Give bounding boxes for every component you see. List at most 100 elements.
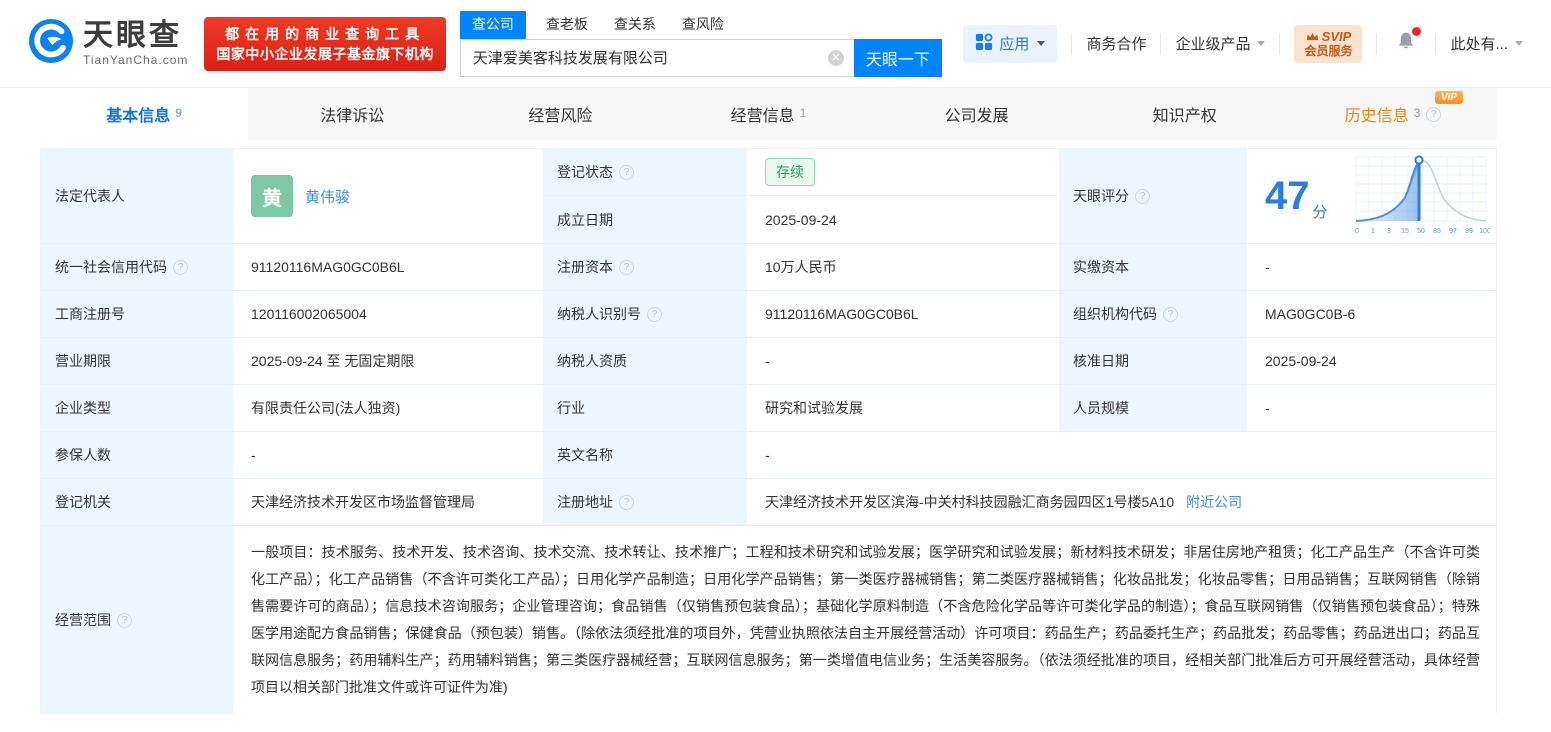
search-button[interactable]: 天眼一下 [854, 39, 942, 77]
legal-rep-label: 法定代表人 [41, 149, 233, 243]
reg-authority-label: 登记机关 [41, 479, 233, 525]
tab-label: 基本信息 [106, 102, 170, 126]
business-term-value: 2025-09-24 至 无固定期限 [235, 338, 541, 384]
tianyancha-logo[interactable]: 天眼查 TianYanCha.com [28, 18, 188, 69]
chevron-down-icon [1037, 41, 1045, 46]
stacked-values: 存续 2025-09-24 [749, 149, 1057, 243]
divider [1376, 34, 1377, 54]
chevron-down-icon [1515, 41, 1523, 46]
svg-text:15: 15 [1401, 228, 1409, 235]
status-badge: 存续 [765, 158, 815, 186]
tab-legal-litigation[interactable]: 法律诉讼 [248, 88, 456, 140]
reg-authority-value: 天津经济技术开发区市场监督管理局 [235, 479, 541, 525]
tab-count: 3 [1414, 106, 1421, 120]
reg-status-value: 存续 [749, 149, 1057, 196]
uscc-label: 统一社会信用代码? [41, 244, 233, 290]
help-icon[interactable]: ? [173, 260, 188, 275]
chevron-down-icon [1257, 41, 1265, 46]
business-scope-label: 经营范围? [41, 526, 233, 714]
svg-text:97: 97 [1449, 228, 1457, 235]
reg-number-label: 工商注册号 [41, 291, 233, 337]
reg-capital-value: 10万人民币 [749, 244, 1057, 290]
divider [1279, 34, 1280, 54]
slogan-banner: 都在用的商业查询工具 国家中小企业发展子基金旗下机构 [204, 17, 446, 71]
tab-label: 法律诉讼 [320, 102, 384, 126]
legal-rep-value: 黄 黄伟骏 [235, 149, 541, 243]
search-tab-relation[interactable]: 查关系 [614, 11, 656, 39]
help-icon[interactable]: ? [1163, 307, 1178, 322]
legal-rep-link[interactable]: 黄伟骏 [305, 186, 350, 207]
english-name-value: - [749, 432, 1496, 478]
brand-name: 天眼查 [83, 21, 188, 51]
tab-operation-risk[interactable]: 经营风险 [456, 88, 664, 140]
table-row: 企业类型 有限责任公司(法人独资) 行业 研究和试验发展 人员规模 - [41, 385, 1496, 432]
company-info-table: 法定代表人 黄 黄伟骏 登记状态? 成立日期 存续 2025-09-24 天眼评… [40, 148, 1497, 714]
notification-bell-icon[interactable] [1395, 30, 1417, 57]
business-term-label: 营业期限 [41, 338, 233, 384]
help-icon[interactable]: ? [117, 613, 132, 628]
table-row: 参保人数 - 英文名称 - [41, 432, 1496, 479]
paid-capital-value: - [1249, 244, 1496, 290]
avatar[interactable]: 黄 [251, 175, 293, 217]
uscc-value: 91120116MAG0GC0B6L [235, 244, 541, 290]
search-tab-boss[interactable]: 查老板 [546, 11, 588, 39]
svip-member-button[interactable]: SVIP 会员服务 [1294, 25, 1362, 63]
svg-text:50: 50 [1417, 228, 1425, 235]
svip-sublabel: 会员服务 [1304, 44, 1352, 59]
divider [1435, 34, 1436, 54]
enterprise-product-label: 企业级产品 [1175, 33, 1250, 54]
taxpayer-quality-value: - [749, 338, 1057, 384]
user-account-label: 此处有... [1450, 33, 1508, 54]
score-value: 47分 [1249, 149, 1496, 243]
help-icon[interactable]: ? [647, 307, 662, 322]
business-coop-link[interactable]: 商务合作 [1086, 33, 1146, 54]
svg-text:3: 3 [1387, 228, 1391, 235]
brand-domain: TianYanCha.com [83, 53, 188, 67]
clear-icon[interactable]: ✕ [828, 50, 844, 66]
crown-icon [1306, 29, 1319, 44]
search-tab-company[interactable]: 查公司 [460, 11, 526, 39]
user-account-menu[interactable]: 此处有... [1450, 33, 1523, 54]
table-row: 统一社会信用代码? 91120116MAG0GC0B6L 注册资本? 10万人民… [41, 244, 1496, 291]
company-type-label: 企业类型 [41, 385, 233, 431]
insured-label: 参保人数 [41, 432, 233, 478]
svg-text:85: 85 [1433, 228, 1441, 235]
tab-intellectual-property[interactable]: 知识产权 [1081, 88, 1289, 140]
approval-date-value: 2025-09-24 [1249, 338, 1496, 384]
tab-count: 9 [175, 106, 182, 120]
table-row: 工商注册号 120116002065004 纳税人识别号? 91120116MA… [41, 291, 1496, 338]
table-row: 营业期限 2025-09-24 至 无固定期限 纳税人资质 - 核准日期 202… [41, 338, 1496, 385]
company-type-value: 有限责任公司(法人独资) [235, 385, 541, 431]
score-curve-chart: 0 1 3 15 50 85 97 99 100 [1352, 151, 1490, 242]
slogan-line2: 国家中小企业发展子基金旗下机构 [216, 44, 434, 64]
svip-label: SVIP [1322, 29, 1352, 44]
tab-history-info[interactable]: VIP 历史信息 3 ? [1289, 88, 1497, 140]
help-icon[interactable]: ? [1426, 107, 1441, 122]
org-code-value: MAG0GC0B-6 [1249, 291, 1496, 337]
help-icon[interactable]: ? [1135, 189, 1150, 204]
staff-size-label: 人员规模 [1059, 385, 1247, 431]
est-date-label: 成立日期 [543, 196, 747, 243]
industry-label: 行业 [543, 385, 747, 431]
tab-operation-info[interactable]: 经营信息 1 [664, 88, 872, 140]
taxpayer-quality-label: 纳税人资质 [543, 338, 747, 384]
svg-text:99: 99 [1465, 228, 1473, 235]
apps-grid-icon [975, 33, 993, 55]
help-icon[interactable]: ? [619, 495, 634, 510]
help-icon[interactable]: ? [619, 260, 634, 275]
apps-menu[interactable]: 应用 [963, 25, 1057, 63]
table-row: 登记机关 天津经济技术开发区市场监督管理局 注册地址? 天津经济技术开发区滨海-… [41, 479, 1496, 526]
enterprise-product-menu[interactable]: 企业级产品 [1175, 33, 1265, 54]
search-input[interactable] [460, 39, 854, 77]
tab-basic-info[interactable]: 基本信息 9 [40, 88, 248, 140]
search-tab-risk[interactable]: 查风险 [682, 11, 724, 39]
slogan-line1: 都在用的商业查询工具 [216, 24, 434, 44]
nearby-companies-link[interactable]: 附近公司 [1186, 492, 1242, 512]
org-code-label: 组织机构代码? [1059, 291, 1247, 337]
score-number: 47分 [1265, 176, 1328, 216]
english-name-label: 英文名称 [543, 432, 747, 478]
help-icon[interactable]: ? [619, 165, 634, 180]
top-header: 天眼查 TianYanCha.com 都在用的商业查询工具 国家中小企业发展子基… [0, 0, 1551, 88]
tab-company-development[interactable]: 公司发展 [873, 88, 1081, 140]
notification-dot [1412, 27, 1421, 36]
